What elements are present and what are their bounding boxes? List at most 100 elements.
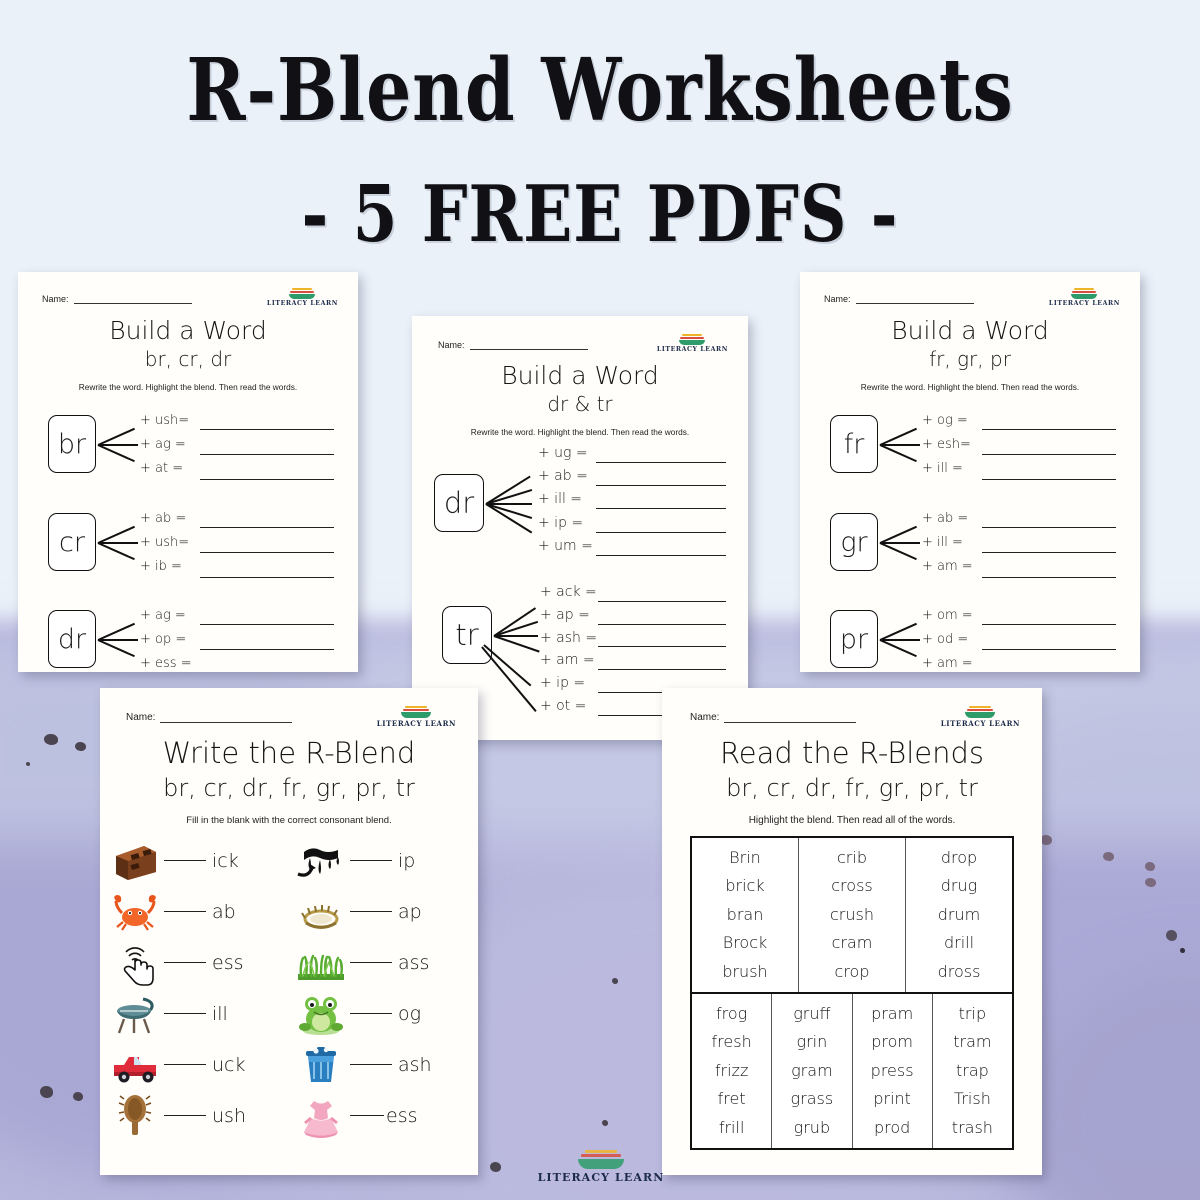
worksheet-card-build-a-word-fr-gr-pr[interactable]: Name: LITERACY LEARN Build a Word fr, gr…: [800, 272, 1140, 672]
blend-ending: + um =: [538, 538, 593, 554]
blend-blank[interactable]: [164, 1063, 206, 1065]
answer-line[interactable]: [982, 454, 1116, 455]
answer-line[interactable]: [596, 462, 726, 463]
answer-line[interactable]: [200, 624, 334, 625]
answer-line[interactable]: [200, 479, 334, 480]
word-cell: crib: [837, 847, 867, 867]
word-cell: drum: [937, 904, 981, 924]
picture-blank-row: ab: [110, 889, 236, 935]
word-cell: trap: [955, 1060, 989, 1080]
connector-ray: [879, 639, 917, 657]
blend-blank[interactable]: [350, 910, 392, 912]
answer-line[interactable]: [598, 646, 726, 647]
word-table-column: drop drug drum drill dross: [906, 838, 1012, 992]
word-ending: ip: [398, 850, 416, 872]
drip-icon: [296, 838, 346, 884]
connector-ray: [485, 503, 533, 534]
worksheet-card-build-a-word-dr-tr[interactable]: Name: LITERACY LEARN Build a Word dr & t…: [412, 316, 748, 740]
name-input-line[interactable]: [160, 713, 293, 723]
paint-speck: [26, 762, 30, 766]
blend-ending: + ush=: [140, 413, 190, 428]
answer-line[interactable]: [982, 552, 1116, 553]
blend-blank[interactable]: [350, 1012, 392, 1014]
answer-line[interactable]: [982, 429, 1116, 430]
connector-ray: [880, 542, 920, 544]
answer-line[interactable]: [982, 624, 1116, 625]
connector-ray: [97, 639, 135, 657]
dress-icon: [296, 1093, 346, 1139]
word-cell: grub: [793, 1117, 831, 1137]
answer-line[interactable]: [598, 669, 726, 670]
book-logo-icon: [1071, 288, 1098, 299]
blend-blank[interactable]: [164, 859, 206, 861]
word-cell: grass: [790, 1089, 834, 1109]
word-ending: ill: [212, 1003, 228, 1025]
answer-line[interactable]: [200, 577, 334, 578]
answer-line[interactable]: [598, 624, 726, 625]
connector-ray: [98, 444, 138, 446]
blend-ending: + am =: [922, 656, 973, 671]
worksheet-title: Read the R-Blends: [719, 736, 985, 770]
name-field[interactable]: Name:: [42, 294, 192, 304]
blend-blank[interactable]: [350, 961, 392, 963]
answer-line[interactable]: [200, 552, 334, 553]
name-input-line[interactable]: [724, 713, 857, 723]
name-field[interactable]: Name:: [824, 294, 974, 304]
brand-name: LITERACY LEARN: [376, 719, 456, 728]
worksheet-card-read-the-r-blends[interactable]: Name: LITERACY LEARN Read the R-Blends b…: [662, 688, 1042, 1175]
answer-line[interactable]: [596, 532, 726, 533]
word-ending: ash: [398, 1054, 432, 1076]
blend-blank[interactable]: [164, 961, 206, 963]
worksheet-subtitle: br, cr, dr, fr, gr, pr, tr: [726, 774, 978, 802]
blend-ending: + ab =: [538, 468, 588, 484]
answer-line[interactable]: [982, 577, 1116, 578]
connector-ray: [98, 639, 138, 641]
worksheet-card-build-a-word-br-cr-dr[interactable]: Name: LITERACY LEARN Build a Word br, cr…: [18, 272, 358, 672]
blend-blank[interactable]: [350, 859, 392, 861]
trash-icon: [296, 1042, 346, 1088]
paint-speck: [1103, 852, 1114, 861]
answer-line[interactable]: [200, 454, 334, 455]
answer-line[interactable]: [982, 479, 1116, 480]
blend-blank[interactable]: [350, 1114, 384, 1116]
worksheet-instructions: Rewrite the word. Highlight the blend. T…: [78, 382, 298, 392]
name-field[interactable]: Name:: [438, 340, 588, 350]
answer-line[interactable]: [596, 555, 726, 556]
paint-speck: [1166, 930, 1177, 941]
name-field[interactable]: Name:: [690, 712, 857, 723]
blend-ending: + esh=: [922, 437, 971, 452]
blend-group: br + ush= + ag = + at =: [48, 407, 338, 482]
word-cell: tram: [953, 1032, 992, 1052]
word-table-column: gruff grin gram grass grub: [772, 994, 853, 1148]
blend-blank[interactable]: [164, 1012, 206, 1014]
answer-line[interactable]: [200, 527, 334, 528]
answer-line[interactable]: [200, 429, 334, 430]
blend-blank[interactable]: [164, 1114, 206, 1116]
answer-line[interactable]: [596, 508, 726, 509]
answer-line[interactable]: [200, 649, 334, 650]
name-input-line[interactable]: [73, 294, 192, 304]
word-cell: bran: [726, 904, 764, 924]
blend-ending: + am =: [922, 559, 973, 574]
paint-speck: [490, 1162, 501, 1172]
blend-ending: + ill =: [922, 535, 963, 550]
blend-blank[interactable]: [350, 1063, 392, 1065]
name-label: Name:: [438, 340, 465, 350]
answer-line[interactable]: [598, 601, 726, 602]
blend-box: fr: [830, 415, 878, 473]
picture-blank-row: ass: [296, 940, 429, 986]
name-input-line[interactable]: [855, 294, 974, 304]
answer-line[interactable]: [982, 649, 1116, 650]
answer-line[interactable]: [596, 485, 726, 486]
name-input-line[interactable]: [469, 340, 588, 350]
blend-box: cr: [48, 513, 96, 571]
name-field[interactable]: Name:: [126, 712, 293, 723]
picture-blank-row: uck: [110, 1042, 246, 1088]
blend-group: fr + og = + esh= + ill =: [830, 407, 1120, 482]
blend-blank[interactable]: [164, 910, 206, 912]
connector-ray: [483, 644, 532, 687]
blend-ending: + ip =: [538, 515, 584, 531]
worksheet-card-write-the-r-blend[interactable]: Name: LITERACY LEARN Write the R-Blend b…: [100, 688, 478, 1175]
truck-icon: [110, 1042, 160, 1088]
answer-line[interactable]: [982, 527, 1116, 528]
